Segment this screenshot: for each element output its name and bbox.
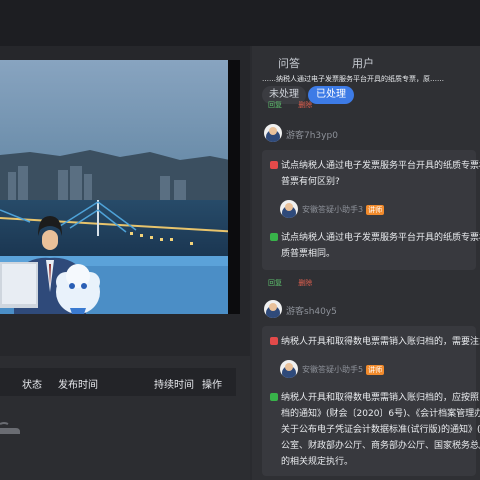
header-publish-time: 发布时间 [58,380,98,391]
thread-1-answer-line-4: 公室、财政部办公厅、商务部办公厅、国家税务总局 [281,441,480,451]
helper-avatar [280,200,298,218]
top-bar [0,0,480,46]
delete-link[interactable]: 删除 [298,279,312,287]
video-side-bar [228,60,240,314]
tab-qa[interactable]: 问答 [278,55,300,71]
processed-filter-button[interactable]: 已处理 [308,86,354,104]
thread-1-answer-line-5: 的相关规定执行。 [281,457,354,467]
thread-0-username: 游客7h3yp0 [286,131,338,141]
session-table-header: 状态 发布时间 持续时间 操作 [0,368,236,396]
thread-0-question-line-2: 普票有何区别? [281,177,340,187]
thread-0-answer-line-1: 试点纳税人通过电子发票服务平台开具的纸质专票相 [270,230,480,243]
header-status: 状态 [22,380,42,391]
thread-0-answer-line-2: 质普票相同。 [281,249,336,259]
thread-1-answer-line-1: 纳税人开具和取得数电票需销入账归档的，应按照 [270,390,479,403]
user-avatar [264,124,282,142]
lecturer-badge: 讲师 [366,205,385,215]
thread-1-username: 游客sh40y5 [286,307,337,317]
thread-1-card: 纳税人开具和取得数电票需销入账归档的，需要注意 安徽答疑小助手5 讲师 纳税人开具… [262,326,480,476]
lecturer-badge: 讲师 [366,365,385,375]
header-actions: 操作 [202,380,222,391]
tab-users[interactable]: 用户 [352,55,374,71]
live-video[interactable] [0,60,240,314]
header-duration: 持续时间 [154,380,194,391]
thread-1-helper: 安徽答疑小助手5 讲师 [302,365,385,375]
thread-1-question-line-1: 纳税人开具和取得数电票需销入账归档的，需要注意 [270,334,480,347]
answer-tag-icon [270,393,278,401]
answer-tag-icon [270,233,278,241]
helper-avatar [280,360,298,378]
reply-link[interactable]: 回复 [268,279,282,287]
delete-link[interactable]: 删除 [298,101,312,109]
thread-0-helper: 安徽答疑小助手3 讲师 [302,205,385,215]
qa-tabs: 问答 用户 [252,46,480,76]
thread-1-actions: 回复 删除 [268,278,312,288]
user-avatar [264,300,282,318]
empty-cloud-icon [0,416,22,436]
thread-0-question-line-1: 试点纳税人通过电子发票服务平台开具的纸质专票相 [270,158,480,171]
partial-top-text: ……纳税人通过电子发票服务平台开具的纸质专票，原…… [262,75,444,83]
thread-0-actions: 回复 删除 [268,100,312,110]
thread-1-answer-line-2: 档的通知》(财会〔2020〕6号)、《会计档案管理办 [281,409,480,419]
thread-1-answer-line-3: 关于公布电子凭证会计数据标准(试行版)的通知》(财 [281,425,480,435]
question-tag-icon [270,161,278,169]
thread-0-card: 试点纳税人通过电子发票服务平台开具的纸质专票相 普票有何区别? 安徽答疑小助手3… [262,150,480,270]
reply-link[interactable]: 回复 [268,101,282,109]
question-tag-icon [270,337,278,345]
